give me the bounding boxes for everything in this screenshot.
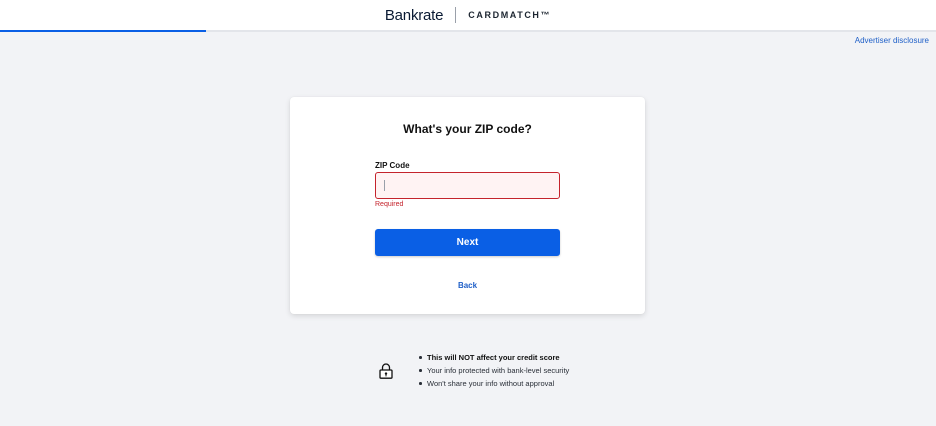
bankrate-logo: Bankrate: [384, 6, 444, 24]
brand-lockup[interactable]: Bankrate CARDMATCH™: [385, 7, 551, 24]
brand-divider: [455, 7, 457, 23]
progress-bar-fill: [0, 30, 206, 32]
assurance-section: This will NOT affect your credit score Y…: [379, 351, 569, 390]
list-item: Your info protected with bank-level secu…: [419, 364, 569, 377]
assurance-list: This will NOT affect your credit score Y…: [419, 351, 569, 390]
zip-code-label: ZIP Code: [375, 161, 410, 170]
list-item: This will NOT affect your credit score: [419, 351, 569, 364]
advertiser-disclosure-link[interactable]: Advertiser disclosure: [855, 36, 929, 45]
top-header: Bankrate CARDMATCH™: [0, 0, 936, 30]
zip-code-card: What's your ZIP code? ZIP Code Required …: [290, 97, 645, 314]
progress-bar: [0, 30, 936, 32]
text-cursor: [384, 180, 385, 191]
cardmatch-logo: CARDMATCH™: [468, 10, 552, 20]
zip-code-error: Required: [375, 201, 404, 208]
next-button[interactable]: Next: [375, 229, 560, 256]
page-title: What's your ZIP code?: [403, 122, 532, 136]
lock-icon: [379, 362, 393, 379]
zip-code-input[interactable]: [375, 172, 560, 199]
list-item: Won't share your info without approval: [419, 377, 569, 390]
back-link[interactable]: Back: [290, 281, 645, 290]
